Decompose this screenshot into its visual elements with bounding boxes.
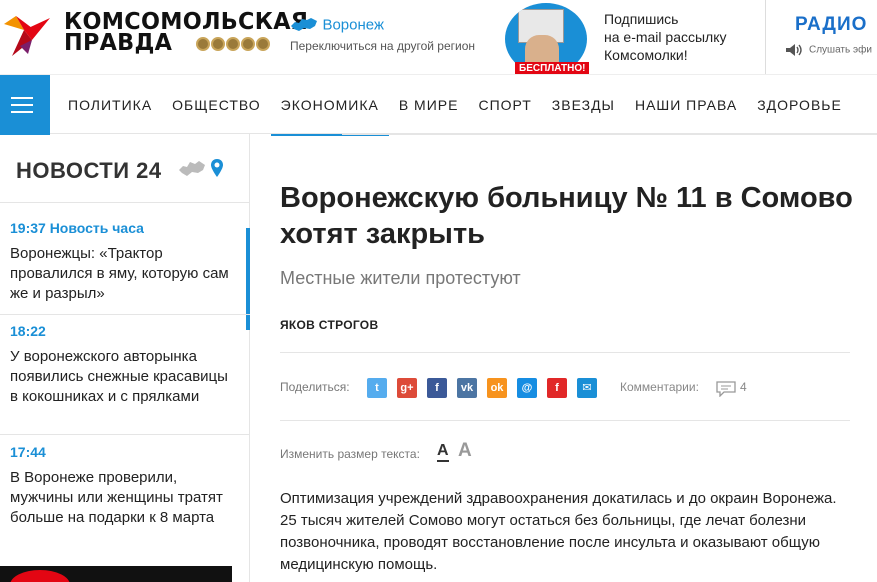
nav-item-world[interactable]: В МИРЕ [389,75,469,135]
hamburger-menu-button[interactable] [0,75,50,135]
divider [280,420,850,421]
article-subtitle: Местные жители протестуют [280,268,521,288]
divider [0,202,250,203]
header-divider [765,0,766,74]
nav-item-health[interactable]: ЗДОРОВЬЕ [747,75,852,135]
text-size-large-button[interactable]: A [458,440,472,462]
divider [0,314,250,315]
news-item[interactable]: 19:37 Новость часа Воронежцы: «Трактор п… [10,220,240,304]
news-time: 18:22 [10,323,46,339]
comment-icon[interactable] [716,381,736,397]
nav-item-politics[interactable]: ПОЛИТИКА [58,75,162,135]
comments-label: Комментарии: [620,380,699,394]
news-time: 17:44 [10,444,46,460]
subscribe-line: на e-mail рассылку [604,29,727,45]
orders-icon [196,37,271,56]
news-time: 19:37 Новость часа [10,220,144,236]
subscribe-line: Комсомолки! [604,47,688,63]
subscribe-link[interactable]: Подпишись на e-mail рассылку Комсомолки! [604,10,727,64]
logo-line2: ПРАВДА [64,30,173,56]
news-title[interactable]: Воронежцы: «Трактор провалился в яму, ко… [10,244,240,304]
article-body: Оптимизация учреждений здравоохранения д… [280,490,837,573]
radio-logo[interactable]: РАДИО [795,14,867,36]
share-label: Поделиться: [280,380,350,394]
speaker-icon [786,44,802,56]
nav-item-society[interactable]: ОБЩЕСТВО [162,75,271,135]
site-logo[interactable]: КОМСОМОЛЬСКАЯ ПРАВДА [64,11,308,56]
article-title: Воронежскую больницу № 11 в Сомово хотят… [280,182,853,250]
nav-items: ПОЛИТИКА ОБЩЕСТВО ЭКОНОМИКА В МИРЕ СПОРТ… [58,75,852,136]
news-item[interactable]: 18:22 У воронежского авторынка появились… [10,323,240,407]
nav-item-stars[interactable]: ЗВЕЗДЫ [542,75,625,135]
region-name[interactable]: Воронеж [322,16,384,33]
radio-listen-label: Слушать эфи [809,44,872,56]
radio-listen-link[interactable]: Слушать эфи [785,43,872,57]
main-nav: ПОЛИТИКА ОБЩЕСТВО ЭКОНОМИКА В МИРЕ СПОРТ… [0,74,877,136]
russia-map-icon [179,161,205,176]
article-author[interactable]: ЯКОВ СТРОГОВ [280,318,378,332]
vk-share-icon[interactable]: vk [457,378,477,398]
nav-item-economy[interactable]: ЭКОНОМИКА [270,75,390,136]
facebook-share-icon[interactable]: f [427,378,447,398]
news-title[interactable]: В Воронеже проверили, мужчины или женщин… [10,468,240,528]
moimir-share-icon[interactable]: @ [517,378,537,398]
logo-bird-icon[interactable] [2,10,52,60]
text-size-small-button[interactable]: A [437,442,449,462]
news24-heading[interactable]: НОВОСТИ 24 [16,158,162,184]
news24-sidebar: НОВОСТИ 24 19:37 Новость часа Воронежцы:… [0,134,250,582]
flipboard-share-icon[interactable]: f [547,378,567,398]
region-switch-link[interactable]: Переключиться на другой регион [290,39,475,53]
comments-count[interactable]: 4 [740,380,747,394]
divider [280,352,850,353]
divider [0,434,250,435]
nav-item-sport[interactable]: СПОРТ [468,75,541,135]
twitter-share-icon[interactable]: t [367,378,387,398]
news-item[interactable]: 17:44 В Воронеже проверили, мужчины или … [10,444,240,528]
site-header: КОМСОМОЛЬСКАЯ ПРАВДА Воронеж Переключить… [0,0,877,75]
share-buttons: t g+ f vk ok @ f ✉ [367,378,607,398]
nav-item-rights[interactable]: НАШИ ПРАВА [625,75,747,135]
russia-map-icon [291,17,317,31]
subscribe-line: Подпишись [604,11,679,27]
text-size-label: Изменить размер текста: [280,447,420,461]
region-selector[interactable]: Воронеж [290,16,384,34]
divider [342,134,877,135]
odnoklassniki-share-icon[interactable]: ok [487,378,507,398]
google-plus-share-icon[interactable]: g+ [397,378,417,398]
location-pin-icon[interactable] [210,158,224,178]
sidebar-banner[interactable] [0,566,232,582]
news-title[interactable]: У воронежского авторынка появились снежн… [10,347,240,407]
email-share-icon[interactable]: ✉ [577,378,597,398]
